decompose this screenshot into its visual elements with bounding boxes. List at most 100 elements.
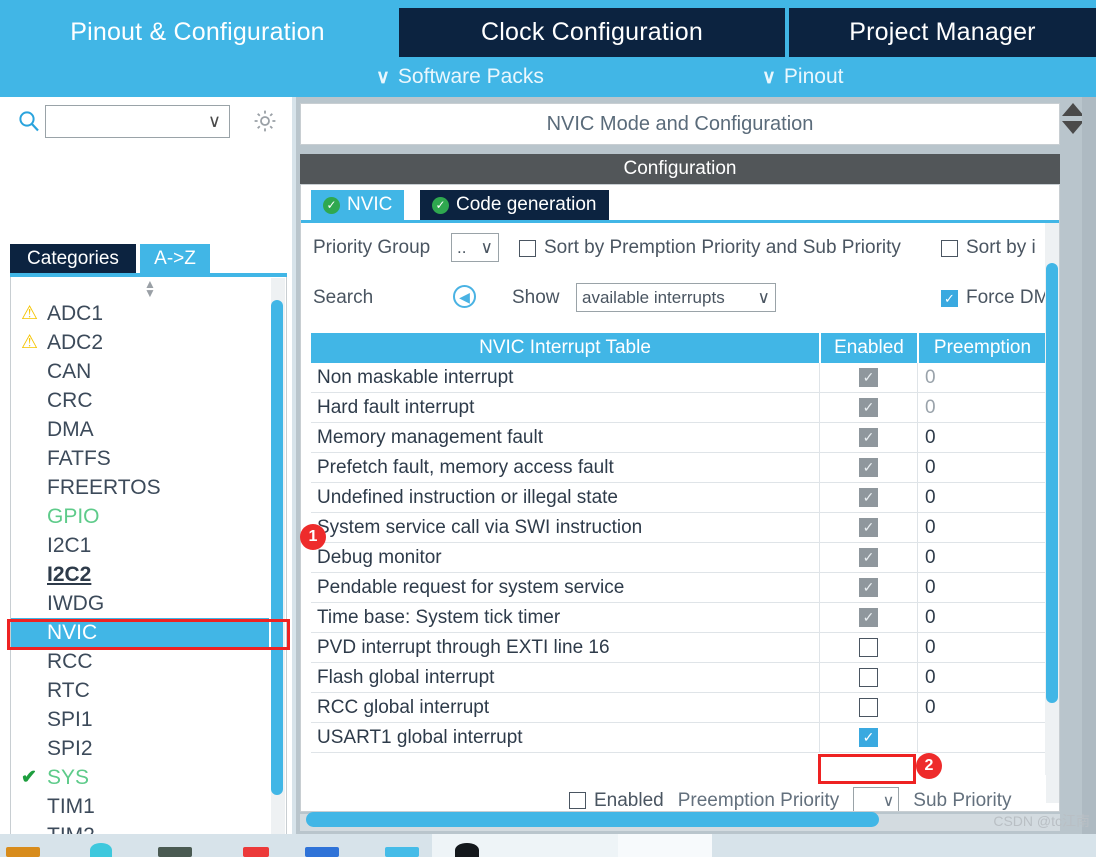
arrow-up-icon[interactable] bbox=[1062, 103, 1084, 116]
enabled-cell[interactable] bbox=[819, 633, 917, 662]
sidebar-item-spi1[interactable]: SPI1 bbox=[11, 705, 269, 734]
table-row[interactable]: System service call via SWI instruction ✓… bbox=[311, 513, 1046, 543]
enabled-cell[interactable]: ✓ bbox=[819, 453, 917, 482]
preemption-priority-cell[interactable]: 0 bbox=[917, 513, 1046, 542]
sort-updown-icon[interactable]: ▲ ▼ bbox=[141, 278, 159, 299]
taskbar-icon-6[interactable] bbox=[385, 847, 419, 857]
config-scrollbar-thumb[interactable] bbox=[1046, 263, 1058, 703]
preemption-priority-cell[interactable]: 0 bbox=[917, 423, 1046, 452]
enabled-checkbox[interactable]: ✓ bbox=[859, 608, 878, 627]
tab-project-manager[interactable]: Project Manager bbox=[789, 8, 1096, 57]
sidebar-scrollbar-track[interactable] bbox=[271, 278, 285, 857]
enabled-cell[interactable]: ✓ bbox=[819, 363, 917, 392]
checkbox-icon[interactable] bbox=[569, 792, 586, 809]
enabled-checkbox[interactable]: ✓ bbox=[859, 488, 878, 507]
checkbox-icon[interactable]: ✓ bbox=[941, 289, 958, 307]
enabled-checkbox[interactable]: ✓ bbox=[859, 578, 878, 597]
taskbar-icon-7[interactable] bbox=[455, 843, 479, 857]
sort-by-interrupt-checkbox-row[interactable]: Sort by i bbox=[941, 237, 1036, 259]
tab-a-to-z[interactable]: A->Z bbox=[140, 244, 210, 273]
config-scrollbar-track[interactable] bbox=[1045, 223, 1059, 803]
panel-outer-scroll-column[interactable] bbox=[1082, 97, 1096, 834]
preemption-priority-cell[interactable]: 0 bbox=[917, 693, 1046, 722]
preemption-priority-cell[interactable]: 0 bbox=[917, 543, 1046, 572]
enabled-cell[interactable]: ✓ bbox=[819, 393, 917, 422]
sidebar-item-spi2[interactable]: SPI2 bbox=[11, 734, 269, 763]
sidebar-item-rtc[interactable]: RTC bbox=[11, 676, 269, 705]
table-row[interactable]: Pendable request for system service ✓ 0 bbox=[311, 573, 1046, 603]
enabled-checkbox[interactable]: ✓ bbox=[859, 398, 878, 417]
detail-enabled-checkbox-row[interactable]: Enabled bbox=[569, 790, 664, 812]
horizontal-scrollbar-thumb[interactable] bbox=[306, 812, 879, 827]
preemption-priority-cell[interactable]: 0 bbox=[917, 573, 1046, 602]
sidebar-item-gpio[interactable]: GPIO bbox=[11, 502, 269, 531]
tab-pinout-and-configuration[interactable]: Pinout & Configuration bbox=[0, 8, 395, 57]
tab-categories[interactable]: Categories bbox=[10, 244, 136, 273]
sidebar-item-adc1[interactable]: ⚠ ADC1 bbox=[11, 299, 269, 328]
panel-collapse-arrows[interactable] bbox=[1060, 101, 1084, 147]
tab-nvic[interactable]: ✓ NVIC bbox=[311, 190, 405, 220]
enabled-checkbox[interactable] bbox=[859, 698, 878, 717]
enabled-cell[interactable]: ✓ bbox=[819, 543, 917, 572]
sidebar-item-crc[interactable]: CRC bbox=[11, 386, 269, 415]
table-row[interactable]: PVD interrupt through EXTI line 16 0 bbox=[311, 633, 1046, 663]
sidebar-item-sys[interactable]: ✔ SYS bbox=[11, 763, 269, 792]
enabled-cell[interactable] bbox=[819, 693, 917, 722]
enabled-checkbox[interactable] bbox=[859, 668, 878, 687]
enabled-cell[interactable]: ✓ bbox=[819, 513, 917, 542]
enabled-checkbox[interactable]: ✓ bbox=[859, 458, 878, 477]
detail-preemption-select[interactable]: ∨ bbox=[853, 787, 900, 811]
sidebar-item-nvic[interactable]: NVIC bbox=[11, 618, 269, 647]
preemption-priority-cell[interactable]: 0 bbox=[917, 393, 1046, 422]
enabled-checkbox[interactable] bbox=[859, 638, 878, 657]
enabled-cell[interactable]: ✓ bbox=[819, 423, 917, 452]
enabled-cell[interactable]: ✓ bbox=[819, 573, 917, 602]
preemption-priority-cell[interactable]: 0 bbox=[917, 633, 1046, 662]
table-row[interactable]: USART1 global interrupt ✓ bbox=[311, 723, 1046, 753]
enabled-checkbox[interactable]: ✓ bbox=[859, 518, 878, 537]
sidebar-item-dma[interactable]: DMA bbox=[11, 415, 269, 444]
taskbar-icon-4[interactable] bbox=[243, 847, 269, 857]
sidebar-item-adc2[interactable]: ⚠ ADC2 bbox=[11, 328, 269, 357]
sidebar-item-i2c2[interactable]: I2C2 bbox=[11, 560, 269, 589]
tab-clock-configuration[interactable]: Clock Configuration bbox=[399, 8, 785, 57]
checkbox-icon[interactable] bbox=[941, 239, 958, 257]
table-row[interactable]: Flash global interrupt 0 bbox=[311, 663, 1046, 693]
checkbox-icon[interactable] bbox=[519, 239, 536, 257]
arrow-down-icon[interactable] bbox=[1062, 121, 1084, 134]
enabled-cell[interactable] bbox=[819, 663, 917, 692]
table-row[interactable]: Debug monitor ✓ 0 bbox=[311, 543, 1046, 573]
table-row[interactable]: Memory management fault ✓ 0 bbox=[311, 423, 1046, 453]
enabled-cell[interactable]: ✓ bbox=[819, 603, 917, 632]
sidebar-item-i2c1[interactable]: I2C1 bbox=[11, 531, 269, 560]
sub-tab-pinout[interactable]: ∨ Pinout bbox=[762, 57, 843, 97]
taskbar-icon-3[interactable] bbox=[158, 847, 192, 857]
preemption-priority-cell[interactable]: 0 bbox=[917, 663, 1046, 692]
taskbar-icon-2[interactable] bbox=[90, 843, 112, 857]
show-filter-select[interactable]: available interrupts ∨ bbox=[576, 283, 776, 312]
sort-by-preemption-checkbox-row[interactable]: Sort by Premption Priority and Sub Prior… bbox=[519, 237, 901, 259]
sidebar-item-fatfs[interactable]: FATFS bbox=[11, 444, 269, 473]
sub-tab-software-packs[interactable]: ∨ Software Packs bbox=[376, 57, 544, 97]
taskbar-icon-5[interactable] bbox=[305, 847, 339, 857]
enabled-checkbox[interactable]: ✓ bbox=[859, 548, 878, 567]
column-header-enabled[interactable]: Enabled bbox=[819, 333, 917, 363]
back-circle-icon[interactable]: ◀ bbox=[453, 285, 476, 308]
enabled-cell[interactable]: ✓ bbox=[819, 723, 917, 752]
force-dma-checkbox-row[interactable]: ✓ Force DM bbox=[941, 287, 1049, 309]
gear-icon[interactable] bbox=[252, 108, 278, 134]
enabled-cell[interactable]: ✓ bbox=[819, 483, 917, 512]
sidebar-item-rcc[interactable]: RCC bbox=[11, 647, 269, 676]
sidebar-scrollbar-thumb[interactable] bbox=[271, 300, 283, 795]
taskbar-icon-1[interactable] bbox=[6, 847, 40, 857]
tab-code-generation[interactable]: ✓ Code generation bbox=[420, 190, 609, 220]
table-row[interactable]: Non maskable interrupt ✓ 0 bbox=[311, 363, 1046, 393]
sidebar-item-freertos[interactable]: FREERTOS bbox=[11, 473, 269, 502]
column-header-name[interactable]: NVIC Interrupt Table bbox=[311, 333, 819, 363]
preemption-priority-cell[interactable]: 0 bbox=[917, 603, 1046, 632]
sidebar-item-tim1[interactable]: TIM1 bbox=[11, 792, 269, 821]
enabled-checkbox[interactable]: ✓ bbox=[859, 428, 878, 447]
enabled-checkbox[interactable]: ✓ bbox=[859, 728, 878, 747]
table-row[interactable]: Prefetch fault, memory access fault ✓ 0 bbox=[311, 453, 1046, 483]
enabled-checkbox[interactable]: ✓ bbox=[859, 368, 878, 387]
